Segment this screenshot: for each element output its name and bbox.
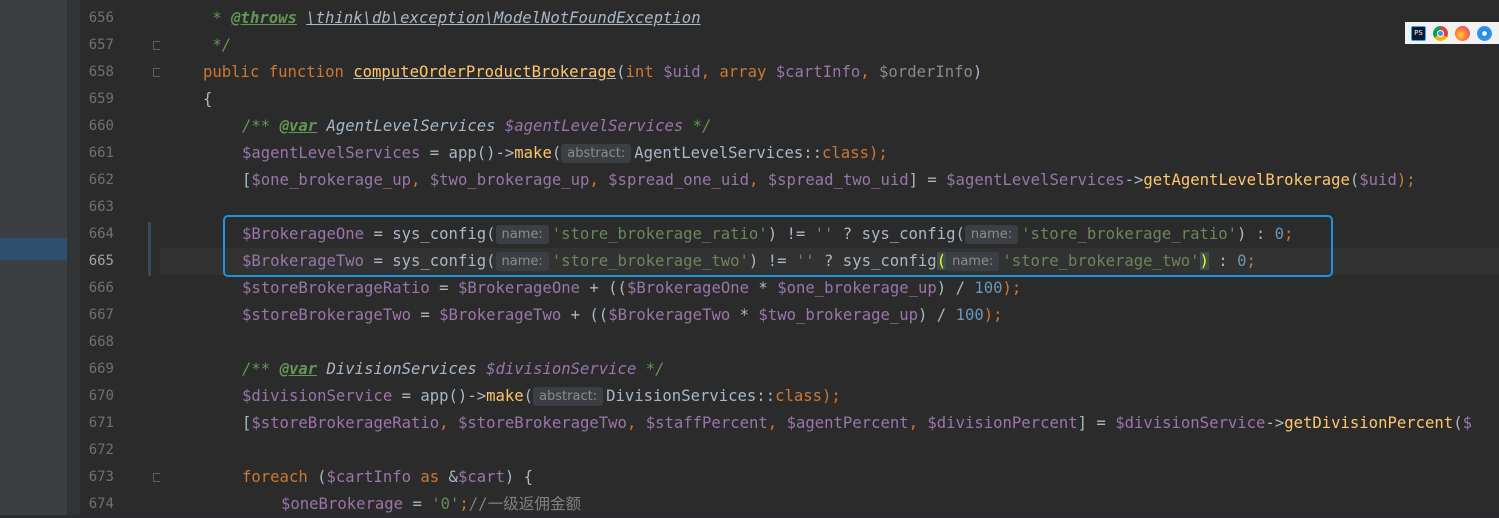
code-line-658[interactable]: public function computeOrderProductBroke…	[203, 59, 982, 86]
code-line-670[interactable]: $divisionService = app()->make(abstract:…	[242, 383, 841, 410]
code-line-657[interactable]: */	[203, 32, 231, 59]
parameter-hint: name:	[946, 252, 1000, 271]
line-number: 670	[88, 388, 114, 404]
code-line-659[interactable]: {	[203, 86, 212, 113]
code-line-664[interactable]: $BrokerageOne = sys_config(name:'store_b…	[242, 221, 1293, 248]
line-number: 658	[88, 64, 114, 80]
parameter-hint: name:	[495, 252, 549, 271]
parameter-hint: name:	[495, 225, 549, 244]
code-line-666[interactable]: $storeBrokerageRatio = $BrokerageOne + (…	[242, 275, 1021, 302]
line-number: 661	[88, 145, 114, 161]
line-number-gutter[interactable]: 656 657 658 659 660 661 662 663 664 665 …	[80, 0, 162, 515]
code-line-667[interactable]: $storeBrokerageTwo = $BrokerageTwo + (($…	[242, 302, 1003, 329]
code-line-669[interactable]: /** @var DivisionServices $divisionServi…	[242, 356, 665, 383]
current-line-number: 665	[88, 253, 114, 269]
line-number: 673	[88, 469, 114, 485]
line-number: 663	[88, 199, 114, 215]
project-panel-selected-item[interactable]	[0, 238, 67, 260]
parameter-hint: abstract:	[533, 387, 604, 406]
line-number: 674	[88, 496, 114, 512]
line-number: 657	[88, 37, 114, 53]
code-line-674[interactable]: $oneBrokerage = '0';//一级返佣金额	[281, 491, 581, 515]
line-number: 659	[88, 91, 114, 107]
photoshop-icon[interactable]: PS	[1411, 25, 1426, 41]
code-editor[interactable]: * @throws \think\db\exception\ModelNotFo…	[160, 0, 1499, 515]
line-number: 656	[88, 10, 114, 26]
line-number: 667	[88, 307, 114, 323]
parameter-hint: name:	[964, 225, 1019, 244]
line-number: 669	[88, 361, 114, 377]
open-in-browser-toolbar[interactable]: PS	[1405, 22, 1499, 44]
code-line-661[interactable]: $agentLevelServices = app()->make(abstra…	[242, 140, 888, 167]
line-number: 662	[88, 172, 114, 188]
matched-paren: )	[1199, 252, 1209, 270]
code-line-671[interactable]: [$storeBrokerageRatio, $storeBrokerageTw…	[242, 410, 1472, 437]
firefox-icon[interactable]	[1455, 25, 1470, 41]
code-line-660[interactable]: /** @var AgentLevelServices $agentLevelS…	[242, 113, 711, 140]
code-line-656[interactable]: * @throws \think\db\exception\ModelNotFo…	[203, 5, 700, 32]
change-marker[interactable]	[148, 222, 151, 276]
line-number: 660	[88, 118, 114, 134]
code-line-665[interactable]: $BrokerageTwo = sys_config(name:'store_b…	[242, 248, 1256, 275]
line-number: 672	[88, 442, 114, 458]
code-line-662[interactable]: [$one_brokerage_up, $two_brokerage_up, $…	[242, 167, 1416, 194]
line-number: 671	[88, 415, 114, 431]
panel-divider[interactable]	[67, 0, 80, 515]
parameter-hint: abstract:	[561, 144, 632, 163]
line-number: 668	[88, 334, 114, 350]
matched-paren: (	[936, 252, 947, 270]
project-panel[interactable]	[0, 0, 67, 515]
line-number: 666	[88, 280, 114, 296]
chrome-icon[interactable]	[1433, 25, 1448, 41]
safari-icon[interactable]	[1477, 25, 1492, 41]
code-line-673[interactable]: foreach ($cartInfo as &$cart) {	[242, 464, 533, 491]
line-number: 664	[88, 226, 114, 242]
